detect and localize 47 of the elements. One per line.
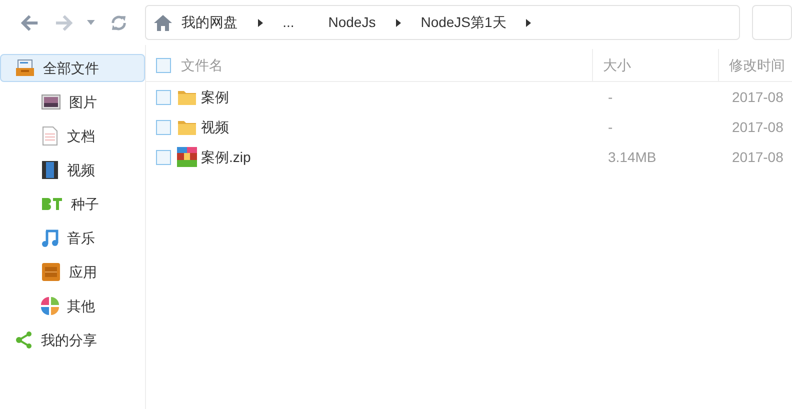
sidebar-item[interactable]: 视频 — [0, 156, 145, 184]
checkbox[interactable] — [156, 150, 171, 164]
folder-icon — [177, 118, 197, 136]
breadcrumb-item[interactable]: ... — [282, 12, 294, 33]
modified-date: 2017-08 — [731, 118, 784, 136]
home-icon — [154, 14, 172, 30]
modified-date: 2017-08 — [731, 148, 784, 166]
back-arrow-icon[interactable] — [20, 14, 40, 32]
music-note-icon — [41, 228, 59, 248]
folder-icon — [177, 88, 197, 106]
film-icon — [41, 160, 59, 180]
pie-icon — [41, 297, 59, 315]
breadcrumb-item[interactable]: NodeJs — [328, 12, 376, 33]
sidebar-item[interactable]: 我的分享 — [0, 326, 145, 354]
search-field[interactable] — [752, 5, 792, 40]
breadcrumb-item[interactable]: NodeJS第1天 — [420, 12, 506, 33]
file-size: - — [607, 118, 614, 136]
file-size: - — [607, 88, 614, 106]
file-name[interactable]: 案例 — [201, 86, 229, 108]
document-icon — [41, 126, 59, 146]
checkbox[interactable] — [156, 90, 171, 104]
box-icon — [41, 262, 61, 282]
forward-arrow-icon[interactable] — [54, 14, 74, 32]
file-name[interactable]: 案例.zip — [201, 146, 251, 168]
caret-right-icon[interactable] — [258, 18, 263, 26]
sidebar-item[interactable]: 其他 — [0, 292, 145, 320]
file-size: 3.14MB — [607, 148, 658, 166]
breadcrumb-item[interactable]: 我的网盘 — [182, 12, 238, 33]
image-icon — [41, 93, 61, 111]
sidebar-item[interactable]: 文档 — [0, 122, 145, 150]
checkbox[interactable] — [156, 58, 171, 72]
sidebar-item[interactable]: 图片 — [0, 88, 145, 116]
archive-icon — [177, 147, 197, 167]
address-bar[interactable]: 我的网盘 ... NodeJs NodeJS第1天 — [144, 5, 740, 40]
checkbox[interactable] — [156, 120, 171, 134]
modified-date: 2017-08 — [731, 88, 784, 106]
drawer-icon — [15, 59, 35, 77]
sidebar-item[interactable]: 种子 — [0, 190, 145, 218]
caret-right-icon[interactable] — [526, 18, 532, 26]
sidebar-item[interactable]: 应用 — [0, 258, 145, 286]
file-name[interactable]: 视频 — [201, 116, 229, 138]
sidebar-item[interactable]: 全部文件 — [0, 54, 145, 82]
share-icon — [15, 331, 33, 349]
sidebar-item[interactable]: 音乐 — [0, 224, 145, 252]
caret-right-icon[interactable] — [396, 18, 401, 26]
bt-icon — [41, 196, 63, 212]
dropdown-caret-icon[interactable] — [87, 20, 95, 25]
